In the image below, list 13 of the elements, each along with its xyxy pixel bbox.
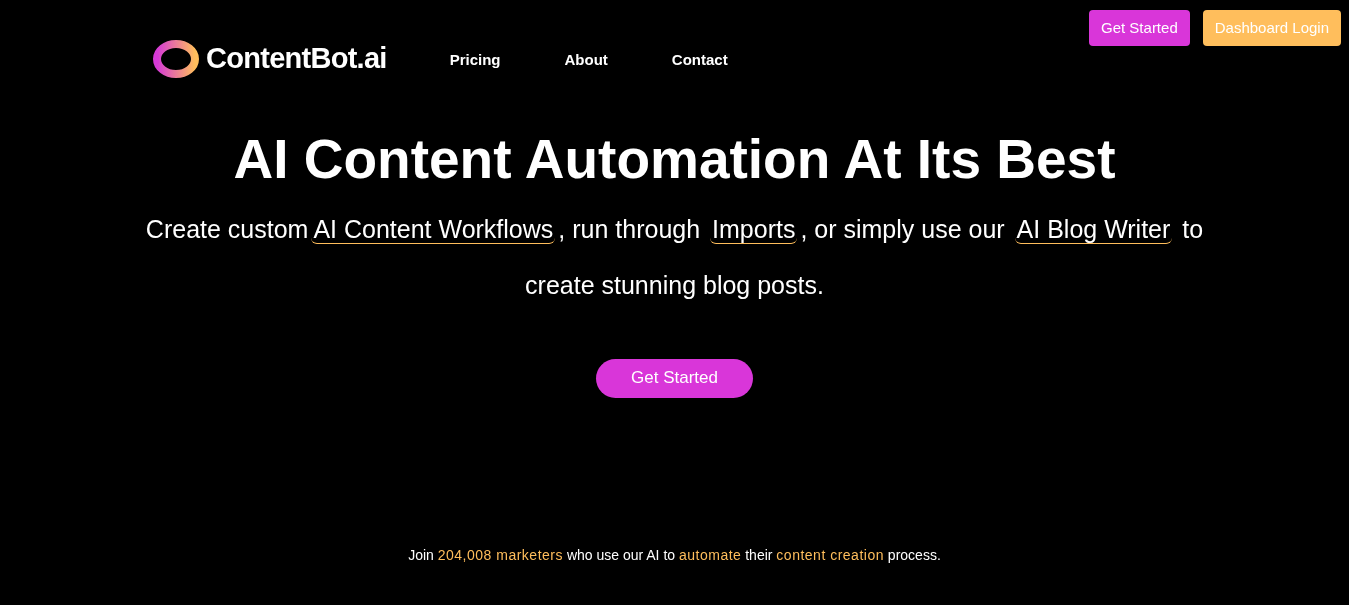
get-started-button[interactable]: Get Started	[1089, 10, 1190, 46]
nav-link[interactable]: Contact	[671, 48, 728, 71]
feature-link[interactable]: AI Blog Writer	[1014, 214, 1173, 244]
feature-link[interactable]: AI Content Workflows	[311, 214, 556, 244]
hero-title: AI Content Automation At Its Best	[233, 126, 1116, 192]
get-started-button[interactable]: Get Started	[596, 358, 753, 398]
nav-link[interactable]: About	[564, 48, 608, 71]
hero-subtitle: Create custom AI Content Workflows , run through Imports , or simply use our AI Blog Writer to create stunning blog posts.	[144, 213, 1205, 301]
feature-link[interactable]: Imports	[710, 214, 798, 244]
logo-icon	[152, 39, 200, 78]
nav-link[interactable]: Pricing	[449, 48, 501, 71]
stats-text: Join 204,008 marketers who use our AI to automate their content creation process.	[407, 546, 942, 565]
logo-text: ContentBot.ai	[206, 41, 387, 76]
